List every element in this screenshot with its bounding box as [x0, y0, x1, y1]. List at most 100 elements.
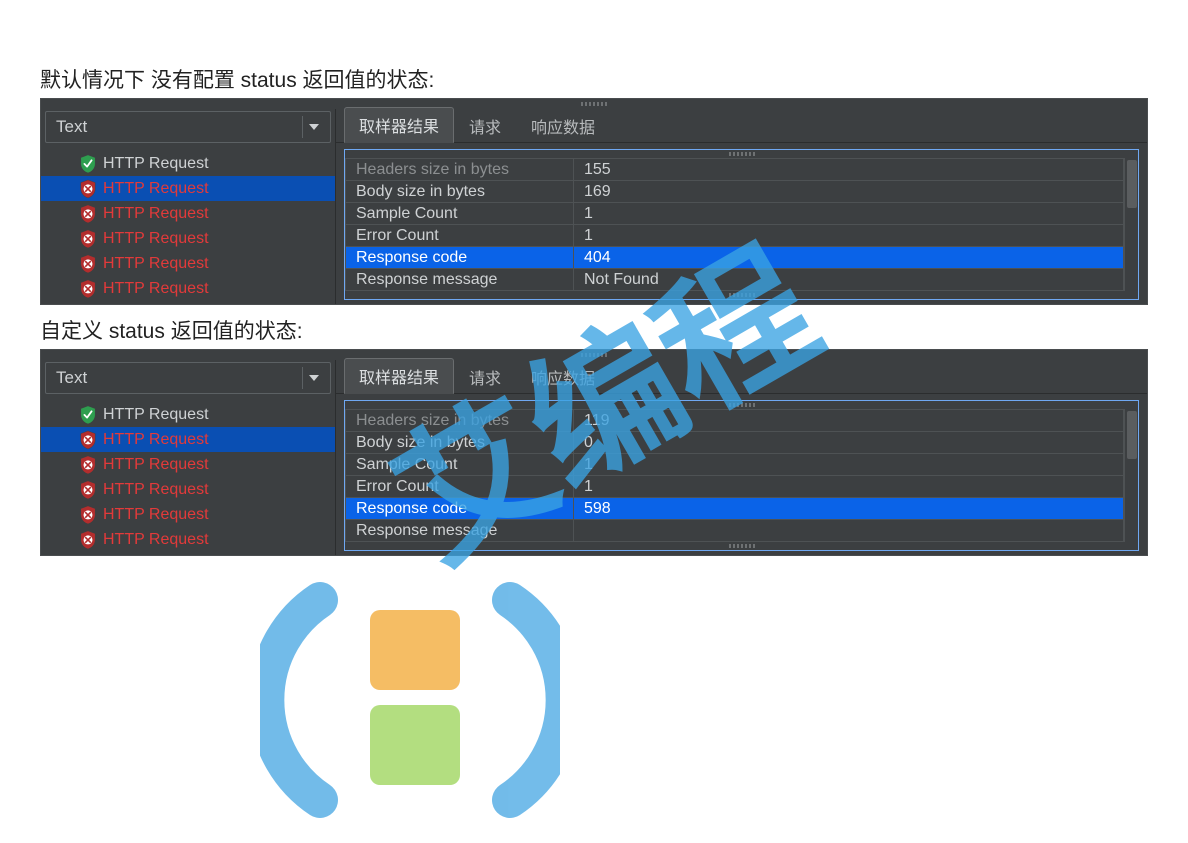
table-row[interactable]: Body size in bytes169	[346, 181, 1124, 203]
tree-item[interactable]: HTTP Request	[41, 276, 335, 301]
row-value: 1	[574, 225, 1124, 247]
tab-1[interactable]: 请求	[454, 108, 516, 143]
tree-item-label: HTTP Request	[103, 180, 209, 198]
results-grid: Headers size in bytes155Body size in byt…	[344, 149, 1139, 300]
tree-item[interactable]: HTTP Request	[41, 427, 335, 452]
tree-item[interactable]: HTTP Request	[41, 151, 335, 176]
row-value: 119	[574, 410, 1124, 432]
tree-item[interactable]: HTTP Request	[41, 402, 335, 427]
tree-item-label: HTTP Request	[103, 506, 209, 524]
row-value: 598	[574, 498, 1124, 520]
row-value: 169	[574, 181, 1124, 203]
tree-item[interactable]: HTTP Request	[41, 251, 335, 276]
table-row[interactable]: Response message	[346, 520, 1124, 542]
detail-tabs: 取样器结果请求响应数据	[336, 109, 1147, 143]
tree-item[interactable]: HTTP Request	[41, 477, 335, 502]
row-value: Not Found	[574, 269, 1124, 291]
tree-item-label: HTTP Request	[103, 155, 209, 173]
results-grid: Headers size in bytes119Body size in byt…	[344, 400, 1139, 551]
row-value	[574, 520, 1124, 542]
tree-item[interactable]: HTTP Request	[41, 452, 335, 477]
sidebar: Text HTTP RequestHTTP RequestHTTP Reques…	[41, 109, 336, 304]
jmeter-panel-custom: Text HTTP RequestHTTP RequestHTTP Reques…	[40, 349, 1148, 556]
table-row[interactable]: Sample Count1	[346, 454, 1124, 476]
results-tree[interactable]: HTTP Request HTTP Request HTTP Request HTTP…	[41, 149, 335, 304]
row-value: 1	[574, 203, 1124, 225]
tree-item-label: HTTP Request	[103, 456, 209, 474]
shield-error-icon	[79, 179, 97, 199]
tree-item-label: HTTP Request	[103, 205, 209, 223]
view-mode-dropdown[interactable]: Text	[45, 111, 331, 143]
shield-error-icon	[79, 204, 97, 224]
shield-ok-icon	[79, 405, 97, 425]
tab-0[interactable]: 取样器结果	[344, 107, 454, 143]
row-key: Error Count	[346, 225, 574, 247]
results-tree[interactable]: HTTP Request HTTP Request HTTP Request HTTP…	[41, 400, 335, 555]
details-pane: 取样器结果请求响应数据 Headers size in bytes155Body…	[336, 109, 1147, 304]
row-key: Response message	[346, 269, 574, 291]
watermark-logo	[260, 560, 560, 820]
tree-item-label: HTTP Request	[103, 255, 209, 273]
shield-error-icon	[79, 254, 97, 274]
tree-item[interactable]: HTTP Request	[41, 226, 335, 251]
shield-error-icon	[79, 480, 97, 500]
tree-item[interactable]: HTTP Request	[41, 201, 335, 226]
tree-item[interactable]: HTTP Request	[41, 502, 335, 527]
chevron-down-icon	[302, 116, 324, 138]
tree-item-label: HTTP Request	[103, 280, 209, 298]
shield-error-icon	[79, 530, 97, 550]
tab-2[interactable]: 响应数据	[516, 108, 610, 143]
row-key: Headers size in bytes	[346, 410, 574, 432]
row-value: 1	[574, 476, 1124, 498]
row-key: Body size in bytes	[346, 432, 574, 454]
caption-default: 默认情况下 没有配置 status 返回值的状态:	[0, 60, 1188, 98]
tree-item[interactable]: HTTP Request	[41, 176, 335, 201]
table-row[interactable]: Sample Count1	[346, 203, 1124, 225]
results-table: Headers size in bytes119Body size in byt…	[345, 409, 1124, 542]
tree-item-label: HTTP Request	[103, 431, 209, 449]
vertical-scrollbar[interactable]	[1124, 409, 1138, 542]
shield-error-icon	[79, 455, 97, 475]
row-value: 1	[574, 454, 1124, 476]
view-mode-dropdown[interactable]: Text	[45, 362, 331, 394]
jmeter-panel-default: Text HTTP RequestHTTP RequestHTTP Reques…	[40, 98, 1148, 305]
shield-error-icon	[79, 505, 97, 525]
table-row[interactable]: Error Count1	[346, 225, 1124, 247]
row-key: Response message	[346, 520, 574, 542]
chevron-down-icon	[302, 367, 324, 389]
sidebar: Text HTTP RequestHTTP RequestHTTP Reques…	[41, 360, 336, 555]
tree-item-label: HTTP Request	[103, 406, 209, 424]
tree-item-label: HTTP Request	[103, 531, 209, 549]
row-value: 0	[574, 432, 1124, 454]
row-value: 155	[574, 159, 1124, 181]
row-key: Response code	[346, 498, 574, 520]
row-key: Body size in bytes	[346, 181, 574, 203]
row-key: Sample Count	[346, 203, 574, 225]
tab-1[interactable]: 请求	[454, 359, 516, 394]
table-row[interactable]: Response messageNot Found	[346, 269, 1124, 291]
view-mode-label: Text	[56, 368, 302, 388]
shield-error-icon	[79, 279, 97, 299]
table-row[interactable]: Error Count1	[346, 476, 1124, 498]
caption-custom: 自定义 status 返回值的状态:	[0, 311, 1188, 349]
tree-item-label: HTTP Request	[103, 230, 209, 248]
shield-ok-icon	[79, 154, 97, 174]
shield-error-icon	[79, 229, 97, 249]
tab-2[interactable]: 响应数据	[516, 359, 610, 394]
tab-0[interactable]: 取样器结果	[344, 358, 454, 394]
row-key: Headers size in bytes	[346, 159, 574, 181]
view-mode-label: Text	[56, 117, 302, 137]
tree-item[interactable]: HTTP Request	[41, 527, 335, 552]
table-row[interactable]: Headers size in bytes119	[346, 410, 1124, 432]
row-key: Error Count	[346, 476, 574, 498]
tree-item-label: HTTP Request	[103, 481, 209, 499]
table-row[interactable]: Headers size in bytes155	[346, 159, 1124, 181]
table-row[interactable]: Response code404	[346, 247, 1124, 269]
row-value: 404	[574, 247, 1124, 269]
vertical-scrollbar[interactable]	[1124, 158, 1138, 291]
table-row[interactable]: Response code598	[346, 498, 1124, 520]
row-key: Response code	[346, 247, 574, 269]
shield-error-icon	[79, 430, 97, 450]
details-pane: 取样器结果请求响应数据 Headers size in bytes119Body…	[336, 360, 1147, 555]
table-row[interactable]: Body size in bytes0	[346, 432, 1124, 454]
